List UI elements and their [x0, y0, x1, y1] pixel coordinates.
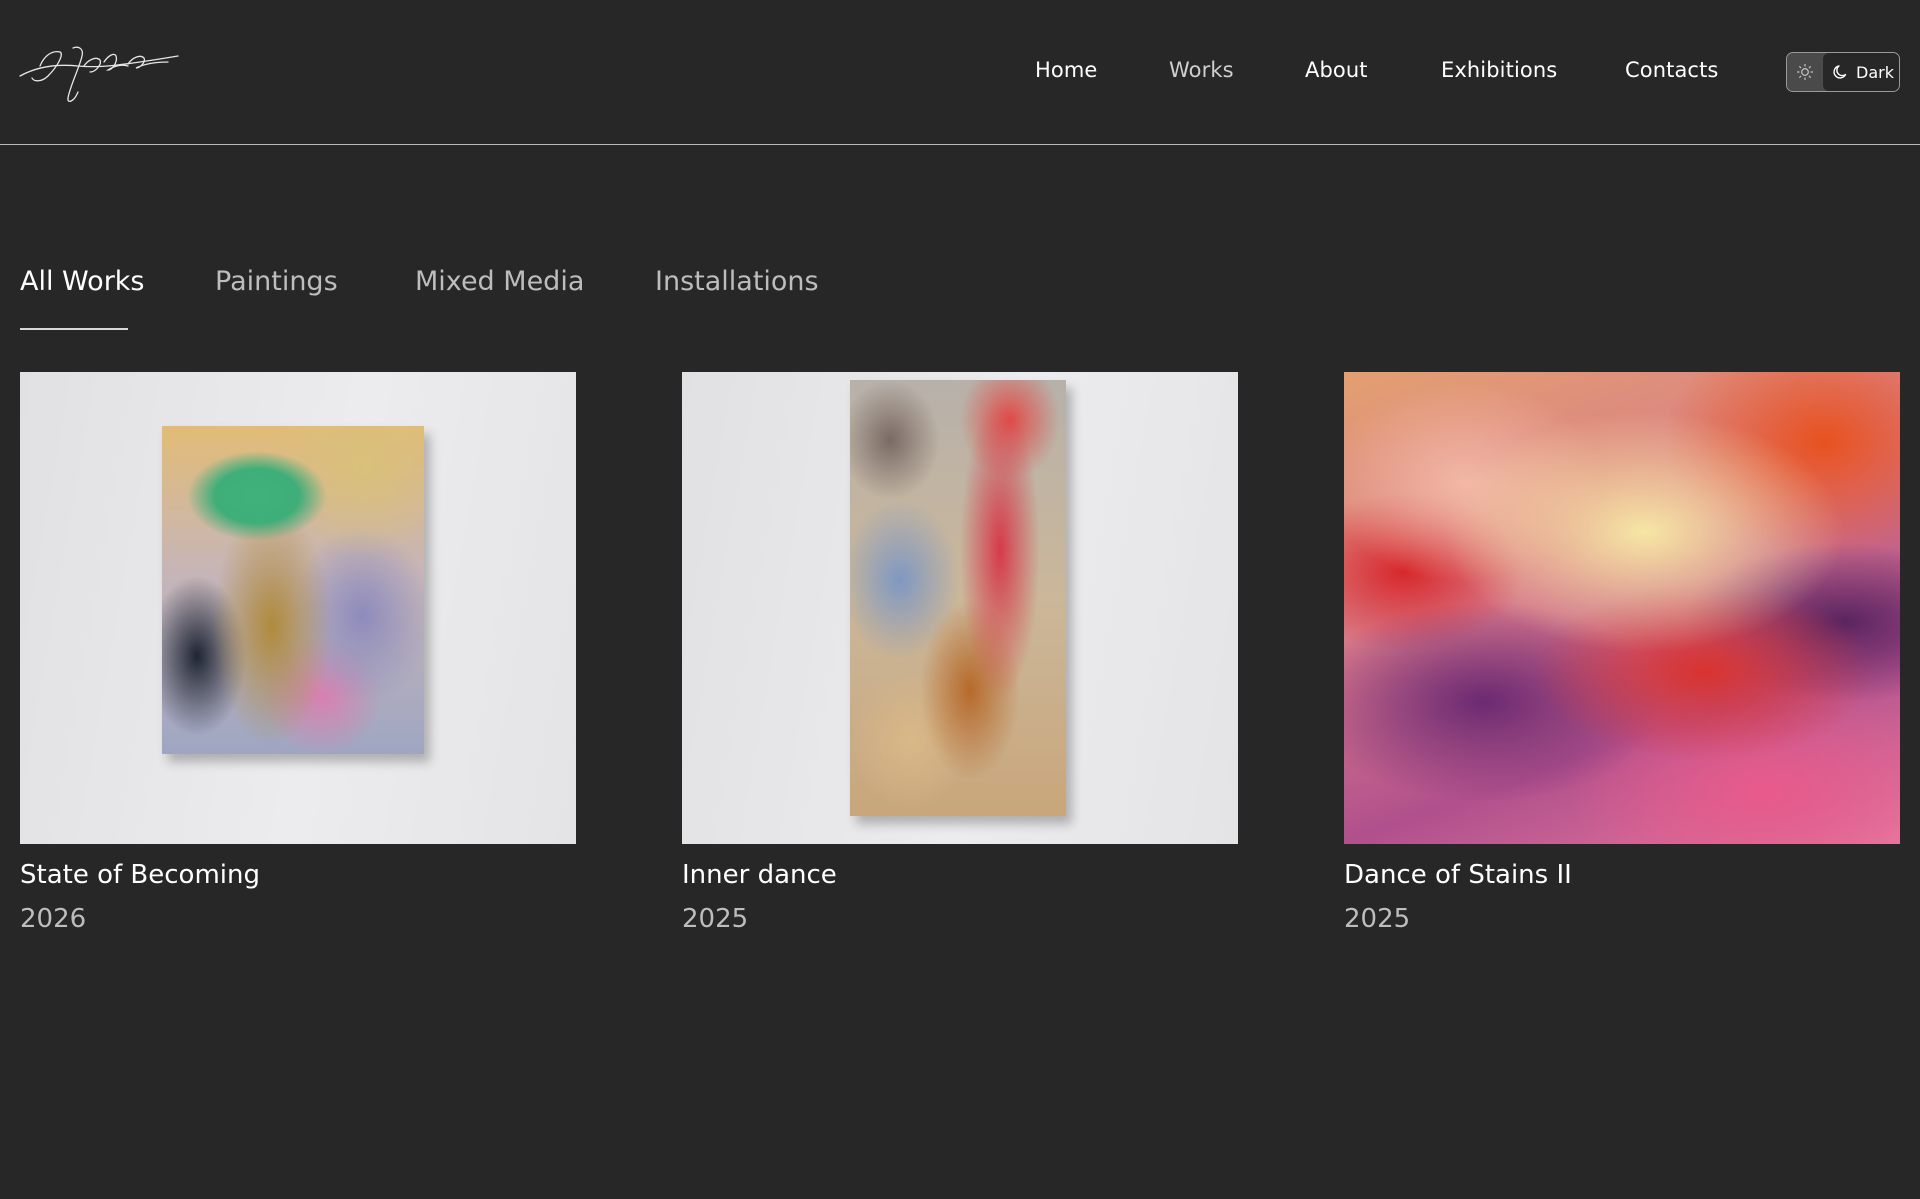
work-image[interactable]	[1344, 372, 1900, 844]
works-filter-tabs: All Works Paintings Mixed Media Installa…	[0, 266, 1920, 336]
work-year: 2026	[20, 904, 87, 934]
work-title[interactable]: State of Becoming	[20, 860, 260, 890]
work-year: 2025	[682, 904, 749, 934]
artwork-painting	[1344, 372, 1900, 844]
tab-paintings[interactable]: Paintings	[215, 266, 338, 297]
active-tab-underline	[20, 328, 128, 330]
sun-icon	[1796, 63, 1814, 81]
tab-all-works[interactable]: All Works	[20, 266, 145, 297]
nav-works[interactable]: Works	[1169, 58, 1234, 82]
dark-mode-button[interactable]: Dark	[1823, 53, 1899, 91]
work-title[interactable]: Inner dance	[682, 860, 837, 890]
signature-logo[interactable]	[18, 36, 188, 106]
signature-logo-graphic	[19, 46, 179, 103]
theme-toggle[interactable]: Dark	[1786, 52, 1900, 92]
nav-contacts[interactable]: Contacts	[1625, 58, 1718, 82]
work-title[interactable]: Dance of Stains II	[1344, 860, 1572, 890]
work-card[interactable]: Dance of Stains II 2025	[1344, 372, 1900, 934]
tab-mixed-media[interactable]: Mixed Media	[415, 266, 584, 297]
nav-exhibitions[interactable]: Exhibitions	[1441, 58, 1557, 82]
work-year: 2025	[1344, 904, 1411, 934]
artwork-painting	[162, 426, 424, 754]
moon-icon	[1833, 65, 1847, 79]
artwork-painting	[850, 380, 1066, 816]
work-card[interactable]: State of Becoming 2026	[20, 372, 576, 934]
nav-about[interactable]: About	[1305, 58, 1368, 82]
site-header: Home Works About Exhibitions Contacts Da…	[0, 0, 1920, 145]
light-mode-button[interactable]	[1787, 53, 1823, 91]
theme-toggle-label: Dark	[1856, 62, 1894, 82]
work-image[interactable]	[20, 372, 576, 844]
tab-installations[interactable]: Installations	[655, 266, 819, 297]
work-card[interactable]: Inner dance 2025	[682, 372, 1238, 934]
work-image[interactable]	[682, 372, 1238, 844]
nav-home[interactable]: Home	[1035, 58, 1097, 82]
